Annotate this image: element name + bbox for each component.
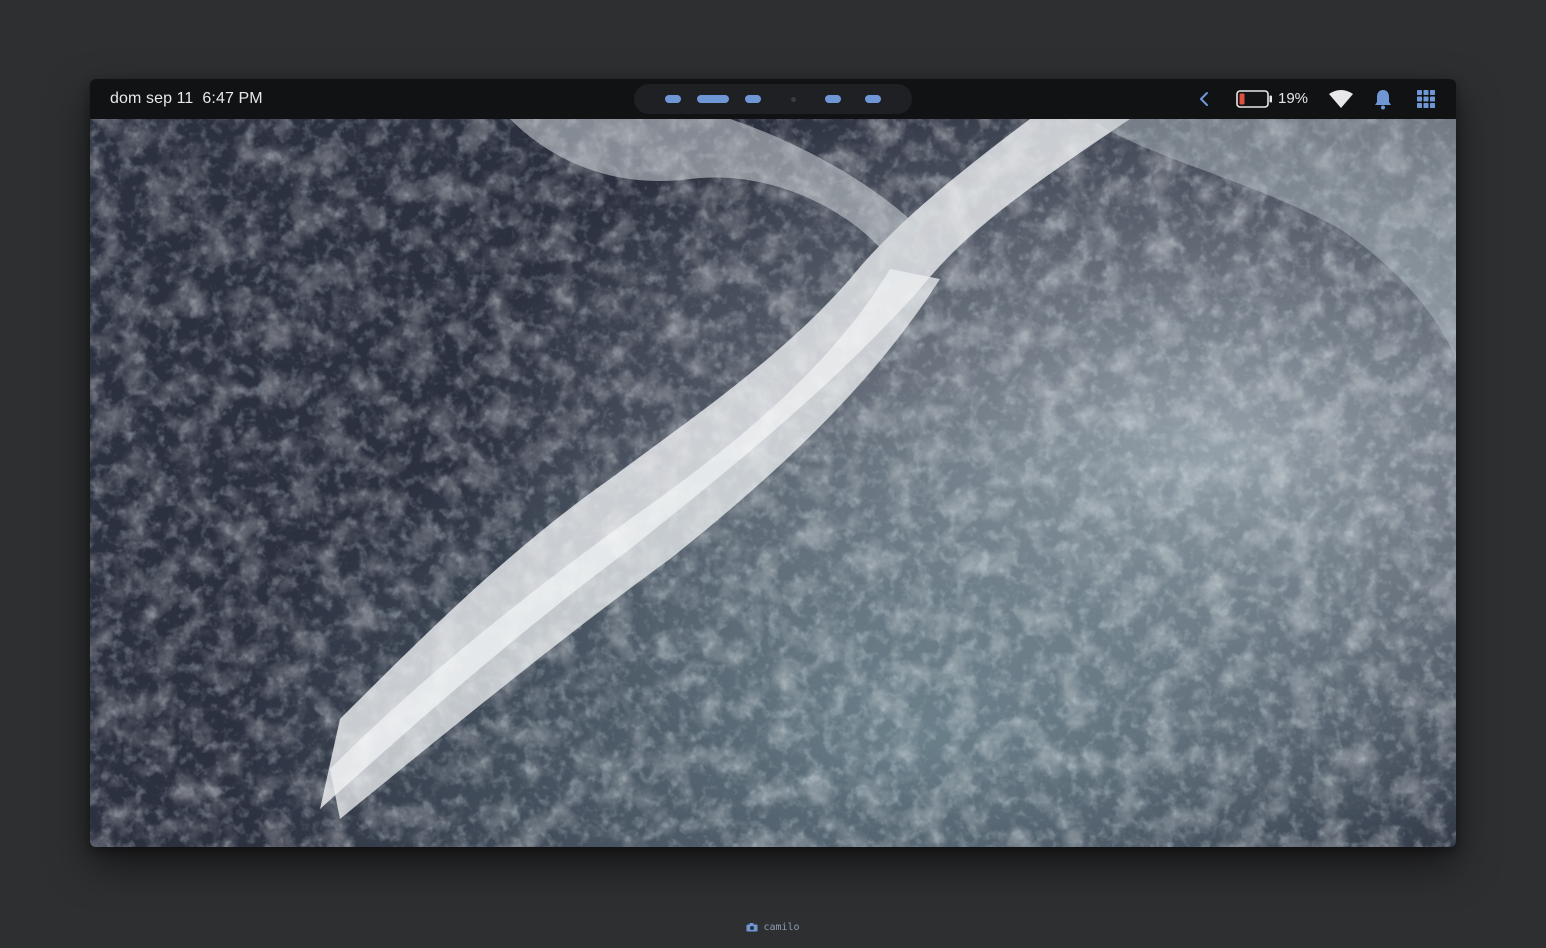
wallpaper xyxy=(90,119,1456,847)
bell-icon[interactable] xyxy=(1373,79,1393,119)
desktop-stage: dom sep 11 6:47 PM 19% camilo xyxy=(0,0,1546,948)
screenshot-credit: camilo xyxy=(0,922,1546,933)
clock-date: dom sep 11 xyxy=(110,90,194,107)
wifi-icon[interactable] xyxy=(1328,79,1354,119)
workspace-5[interactable] xyxy=(825,95,841,103)
clock[interactable]: dom sep 11 6:47 PM xyxy=(110,79,263,119)
credit-text: camilo xyxy=(763,922,800,933)
battery-icon[interactable] xyxy=(1236,79,1276,119)
top-panel: dom sep 11 6:47 PM 19% xyxy=(90,79,1456,119)
workspace-2-active[interactable] xyxy=(697,95,729,103)
clock-time: 6:47 PM xyxy=(202,90,263,107)
workspace-6[interactable] xyxy=(865,95,881,103)
app-grid-icon[interactable] xyxy=(1416,79,1436,119)
workspace-3[interactable] xyxy=(745,95,761,103)
workspace-1[interactable] xyxy=(665,95,681,103)
camera-icon xyxy=(746,923,758,932)
battery-percentage: 19% xyxy=(1278,90,1309,107)
workspace-switcher xyxy=(634,84,912,114)
workspace-4-empty[interactable] xyxy=(791,97,796,102)
chevron-left-icon[interactable] xyxy=(1194,79,1214,119)
screenshot-frame: dom sep 11 6:47 PM 19% xyxy=(90,79,1456,847)
